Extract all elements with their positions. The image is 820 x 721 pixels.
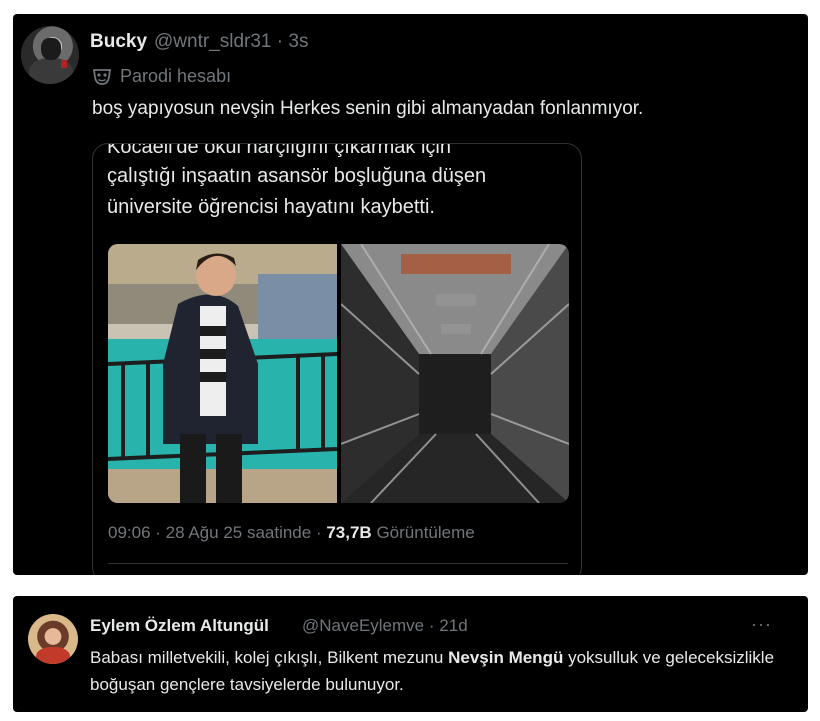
avatar[interactable] — [21, 26, 79, 84]
news-headline-line: Kocaeli'de okul harçlığını çıkarmak için — [107, 143, 451, 158]
avatar[interactable] — [28, 614, 78, 664]
author-handle-line[interactable]: @NaveEylemve · 21d — [302, 616, 468, 636]
tweet-text-part: Babası milletvekili, kolej çıkışlı, Bilk… — [90, 648, 449, 667]
views-count: 73,7B — [326, 523, 372, 542]
quoted-meta: 09:06 · 28 Ağu 25 saatinde · 73,7B Görün… — [108, 523, 475, 543]
separator-dot: · — [428, 616, 435, 635]
mentioned-name: Nevşin Mengü — [448, 648, 564, 667]
author-name[interactable]: Eylem Özlem Altungül — [90, 616, 269, 636]
news-headline-line: çalıştığı inşaatın asansör boşluğuna düş… — [107, 165, 487, 187]
parody-label-row: Parodi hesabı — [92, 66, 231, 87]
author-name[interactable]: Bucky — [90, 31, 147, 53]
parody-mask-icon — [92, 68, 112, 85]
parody-label: Parodi hesabı — [120, 66, 232, 86]
student-photo[interactable] — [108, 244, 337, 503]
author-handle: @wntr_sldr31 — [154, 31, 272, 52]
bottom-tweet-card: Eylem Özlem Altungül @NaveEylemve · 21d … — [13, 596, 808, 712]
more-options-icon[interactable]: ··· — [751, 614, 772, 635]
author-handle: @NaveEylemve — [302, 616, 425, 635]
quoted-timestamp: 09:06 · 28 Ağu 25 saatinde · — [108, 523, 322, 542]
author-handle-line[interactable]: @wntr_sldr31 · 3s — [154, 31, 308, 53]
tweet-text: boş yapıyosun nevşin Herkes senin gibi a… — [92, 98, 644, 119]
quoted-screenshot[interactable]: Kocaeli'de okul harçlığını çıkarmak için… — [92, 143, 582, 575]
tweet-time[interactable]: 3s — [288, 31, 308, 52]
news-headline-line: üniversite öğrencisi hayatını kaybetti. — [107, 196, 435, 218]
separator-dot: · — [276, 31, 284, 52]
tweet-time[interactable]: 21d — [439, 616, 467, 635]
views-label: Görüntüleme — [376, 523, 475, 542]
tweet-text: Babası milletvekili, kolej çıkışlı, Bilk… — [90, 644, 790, 698]
elevator-shaft-photo[interactable] — [341, 244, 569, 503]
divider — [108, 563, 568, 564]
top-tweet-card: Bucky @wntr_sldr31 · 3s Parodi hesabı bo… — [13, 14, 808, 575]
